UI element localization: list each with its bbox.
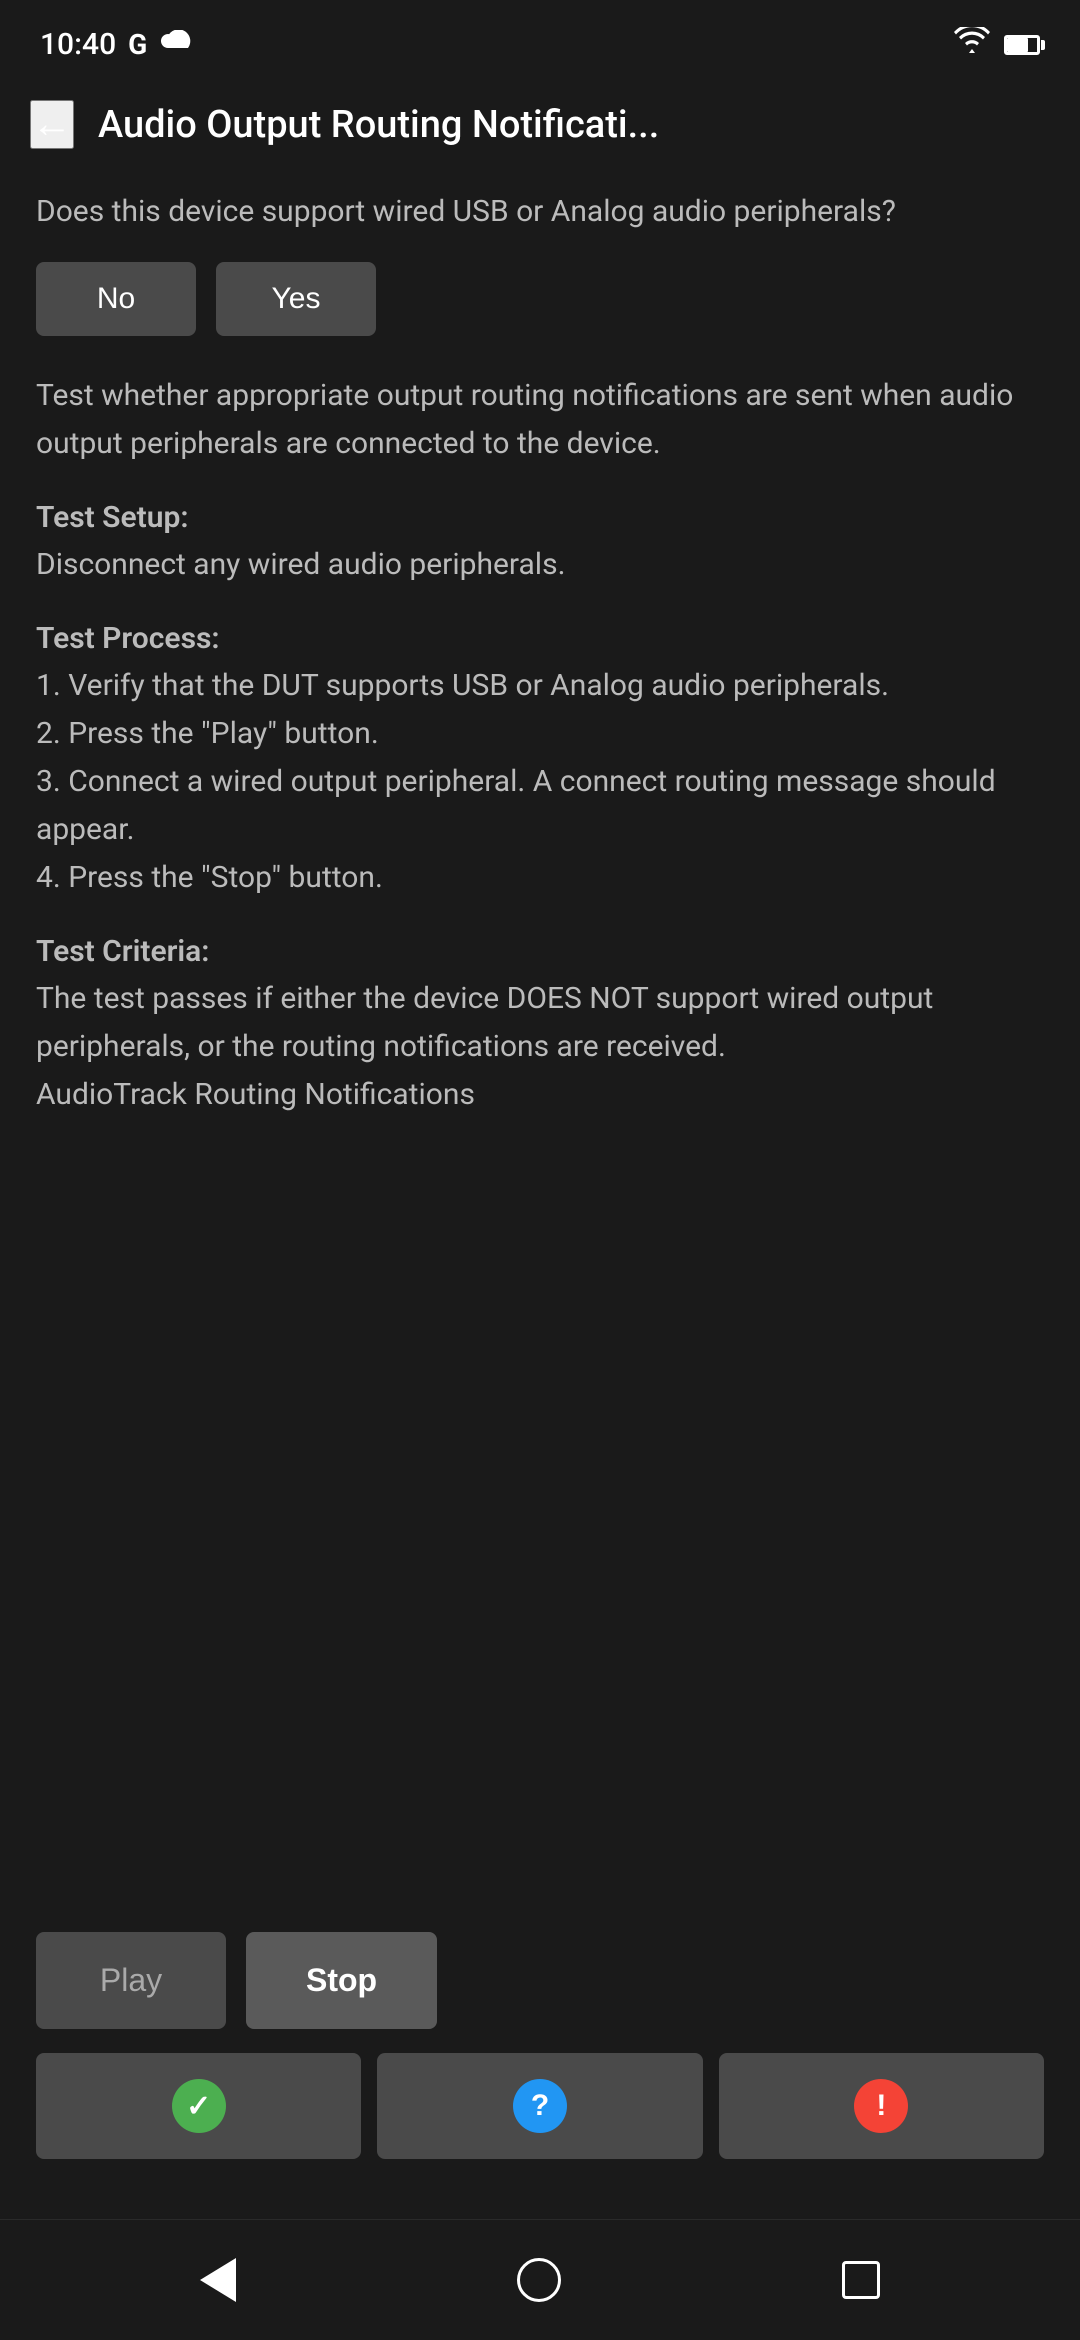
bottom-nav bbox=[0, 2219, 1080, 2340]
status-right bbox=[954, 25, 1040, 63]
main-content: Does this device support wired USB or An… bbox=[0, 169, 1080, 2219]
test-setup-section: Test Setup: Disconnect any wired audio p… bbox=[36, 500, 1044, 621]
header: ← Audio Output Routing Notificati... bbox=[0, 80, 1080, 169]
nav-back-button[interactable] bbox=[190, 2248, 246, 2312]
description-text: Test whether appropriate output routing … bbox=[36, 372, 1044, 468]
playback-buttons: Play Stop bbox=[36, 1932, 1044, 2029]
info-button[interactable]: ? bbox=[377, 2053, 702, 2159]
pass-button[interactable]: ✓ bbox=[36, 2053, 361, 2159]
choice-button-row: No Yes bbox=[36, 262, 1044, 336]
test-criteria-title: Test Criteria: bbox=[36, 934, 1044, 969]
back-button[interactable]: ← bbox=[30, 100, 74, 149]
play-button[interactable]: Play bbox=[36, 1932, 226, 2029]
test-criteria-section: Test Criteria: The test passes if either… bbox=[36, 934, 1044, 1151]
nav-recent-icon bbox=[842, 2261, 880, 2299]
cloud-icon bbox=[159, 27, 195, 62]
test-criteria-body: The test passes if either the device DOE… bbox=[36, 975, 1044, 1119]
pass-icon: ✓ bbox=[172, 2079, 226, 2133]
test-process-body: 1. Verify that the DUT supports USB or A… bbox=[36, 662, 1044, 902]
no-button[interactable]: No bbox=[36, 262, 196, 336]
test-process-section: Test Process: 1. Verify that the DUT sup… bbox=[36, 621, 1044, 934]
playback-section: Play Stop ✓ ? ! bbox=[36, 1902, 1044, 2199]
question-text: Does this device support wired USB or An… bbox=[36, 189, 1044, 234]
yes-button[interactable]: Yes bbox=[216, 262, 376, 336]
fail-button[interactable]: ! bbox=[719, 2053, 1044, 2159]
back-arrow-icon: ← bbox=[32, 102, 72, 147]
wifi-icon bbox=[954, 25, 990, 63]
time-display: 10:40 bbox=[40, 27, 116, 62]
google-icon: G bbox=[128, 28, 147, 61]
test-setup-body: Disconnect any wired audio peripherals. bbox=[36, 541, 1044, 589]
status-bar: 10:40 G bbox=[0, 0, 1080, 80]
nav-home-button[interactable] bbox=[507, 2248, 571, 2312]
test-process-title: Test Process: bbox=[36, 621, 1044, 656]
test-setup-title: Test Setup: bbox=[36, 500, 1044, 535]
battery-icon bbox=[1004, 25, 1040, 63]
status-left: 10:40 G bbox=[40, 27, 195, 62]
fail-icon: ! bbox=[854, 2079, 908, 2133]
result-buttons: ✓ ? ! bbox=[36, 2053, 1044, 2159]
nav-back-icon bbox=[200, 2258, 236, 2302]
nav-home-icon bbox=[517, 2258, 561, 2302]
page-title: Audio Output Routing Notificati... bbox=[98, 103, 659, 147]
stop-button[interactable]: Stop bbox=[246, 1932, 437, 2029]
info-icon: ? bbox=[513, 2079, 567, 2133]
nav-recent-button[interactable] bbox=[832, 2251, 890, 2309]
